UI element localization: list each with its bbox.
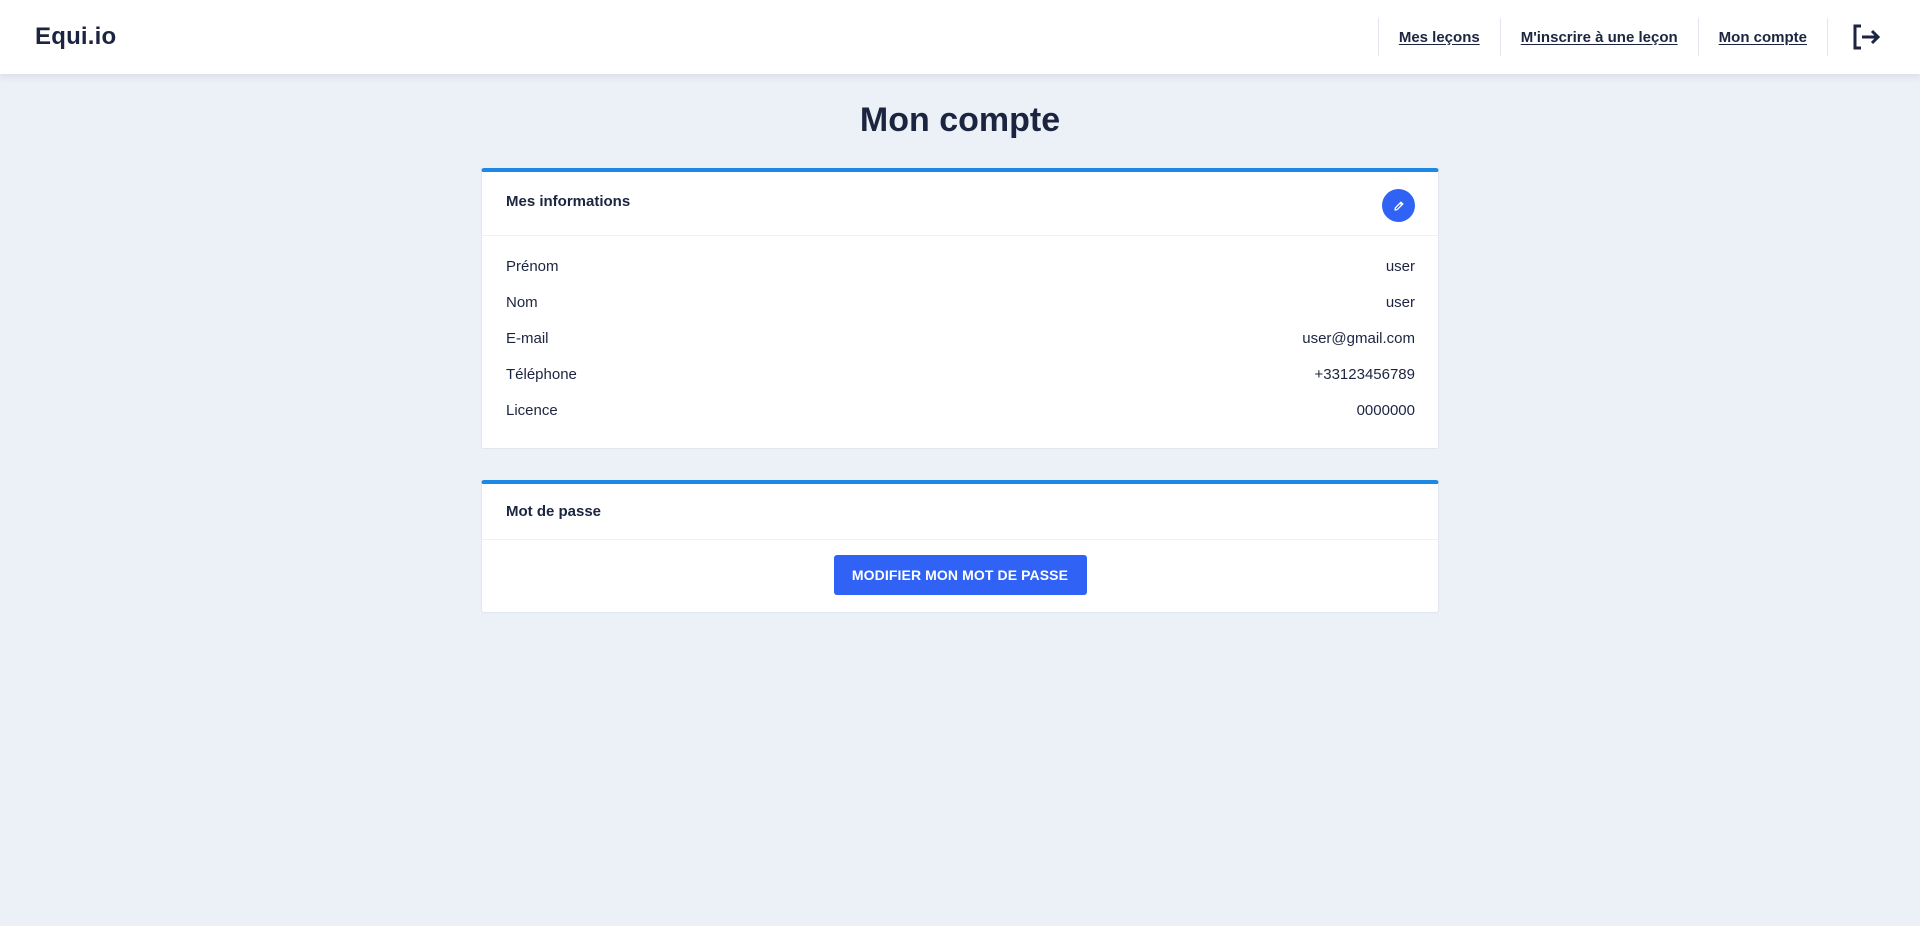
navbar: Equi.io Mes leçons M'inscrire à une leço… (0, 0, 1920, 74)
info-value: user (1385, 293, 1415, 311)
password-actions: MODIFIER MON MOT DE PASSE (482, 540, 1438, 595)
info-label: Licence (506, 401, 558, 419)
info-row-licence: Licence 0000000 (482, 392, 1438, 428)
nav-menu: Mes leçons M'inscrire à une leçon Mon co… (1377, 0, 1882, 74)
info-card: Mes informations Prénom user Nom user E-… (481, 168, 1439, 449)
info-row-nom: Nom user (482, 284, 1438, 320)
info-value: +33123456789 (1314, 365, 1415, 383)
info-card-header: Mes informations (482, 172, 1438, 236)
password-card-header: Mot de passe (482, 484, 1438, 540)
info-label: Nom (506, 293, 538, 311)
info-label: Prénom (506, 257, 559, 275)
logout-icon (1853, 24, 1881, 50)
info-card-title: Mes informations (506, 193, 631, 210)
brand-logo[interactable]: Equi.io (35, 23, 116, 51)
password-card-title: Mot de passe (506, 503, 602, 520)
info-row-telephone: Téléphone +33123456789 (482, 356, 1438, 392)
info-row-email: E-mail user@gmail.com (482, 320, 1438, 356)
page-title: Mon compte (859, 101, 1061, 139)
info-list: Prénom user Nom user E-mail user@gmail.c… (482, 236, 1438, 428)
info-label: Téléphone (506, 365, 577, 383)
nav-link-mon-compte[interactable]: Mon compte (1697, 18, 1827, 56)
info-value: 0000000 (1356, 401, 1415, 419)
info-value: user@gmail.com (1302, 329, 1415, 347)
logout-button[interactable] (1827, 18, 1882, 56)
nav-link-mes-lecons[interactable]: Mes leçons (1377, 18, 1500, 56)
change-password-button[interactable]: MODIFIER MON MOT DE PASSE (833, 555, 1087, 595)
nav-link-inscrire-lecon[interactable]: M'inscrire à une leçon (1499, 18, 1698, 56)
info-row-prenom: Prénom user (482, 248, 1438, 284)
info-value: user (1385, 257, 1415, 275)
pencil-icon (1393, 201, 1403, 211)
edit-info-button[interactable] (1382, 189, 1415, 222)
password-card: Mot de passe MODIFIER MON MOT DE PASSE (481, 480, 1439, 613)
info-label: E-mail (506, 329, 549, 347)
